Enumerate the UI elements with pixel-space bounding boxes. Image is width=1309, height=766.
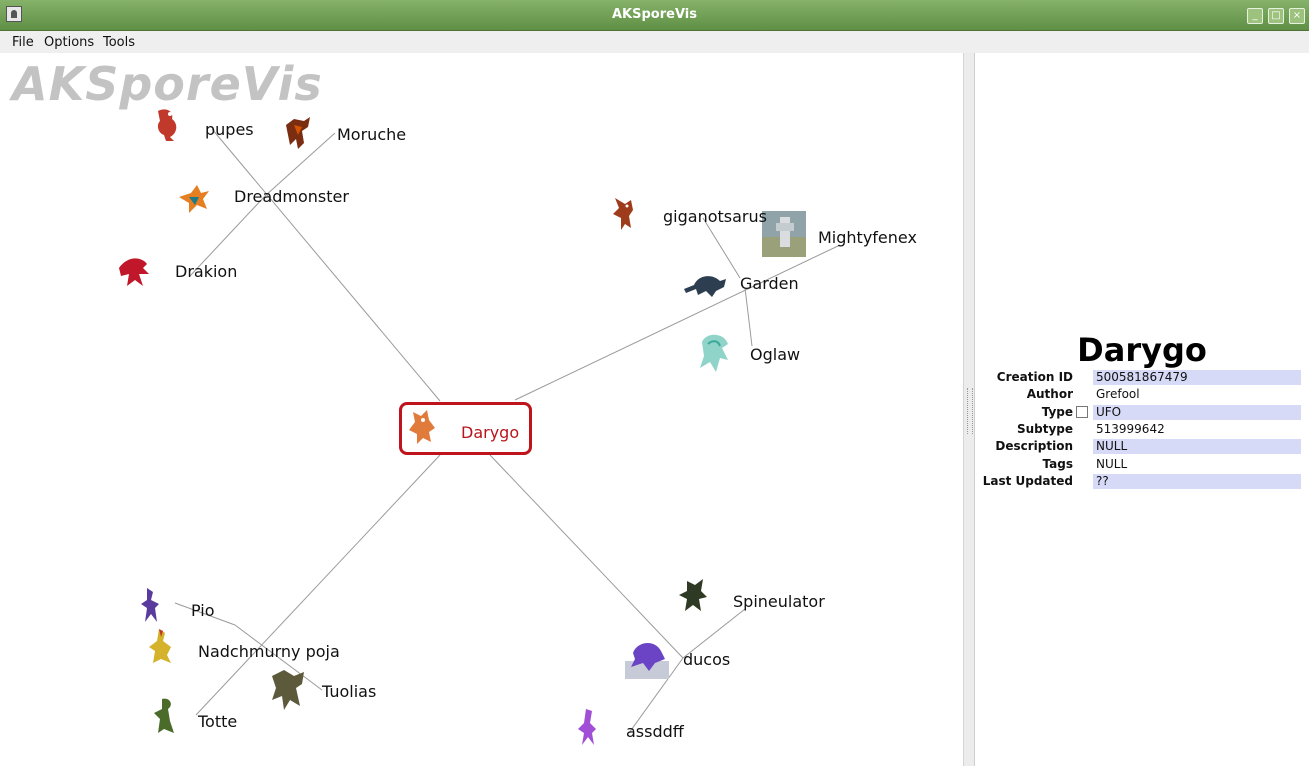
drakion-creature-icon[interactable] bbox=[117, 252, 151, 290]
edge-garden-oglaw bbox=[744, 287, 753, 347]
node-label-moruche[interactable]: Moruche bbox=[337, 125, 406, 144]
type-checkbox[interactable] bbox=[1076, 406, 1088, 418]
graph-canvas[interactable]: AKSporeVis pupes Moruche Dreadmonster Dr… bbox=[0, 53, 963, 766]
node-label-drakion[interactable]: Drakion bbox=[175, 262, 237, 281]
node-label-giganotsarus[interactable]: giganotsarus bbox=[663, 207, 767, 226]
close-icon[interactable]: × bbox=[1289, 8, 1305, 24]
garden-creature-icon[interactable] bbox=[682, 269, 728, 299]
type-label: Type bbox=[1041, 405, 1073, 419]
maximize-icon[interactable]: □ bbox=[1268, 8, 1284, 24]
node-label-assddff[interactable]: assddff bbox=[626, 722, 684, 741]
node-label-tuolias[interactable]: Tuolias bbox=[322, 682, 376, 701]
creation-id-value: 500581867479 bbox=[1093, 370, 1301, 385]
menu-tools[interactable]: Tools bbox=[103, 35, 135, 50]
subtype-value: 513999642 bbox=[1096, 422, 1165, 436]
author-value: Grefool bbox=[1096, 387, 1140, 401]
node-label-ducos[interactable]: ducos bbox=[683, 650, 730, 669]
pupes-creature-icon[interactable] bbox=[150, 105, 184, 143]
menu-bar: File Options Tools bbox=[0, 31, 1309, 54]
tags-value: NULL bbox=[1096, 457, 1128, 471]
node-label-nadchmurny[interactable]: Nadchmurny poja bbox=[198, 642, 340, 661]
tuolias-creature-icon[interactable] bbox=[266, 666, 310, 712]
spineulator-creature-icon[interactable] bbox=[677, 577, 711, 615]
darygo-selected-icon[interactable] bbox=[405, 408, 439, 446]
panel-splitter[interactable] bbox=[963, 53, 975, 766]
last-updated-value: ?? bbox=[1093, 474, 1301, 489]
last-updated-label: Last Updated bbox=[982, 474, 1073, 488]
edge-darygo-pupes bbox=[211, 128, 441, 402]
node-label-spineulator[interactable]: Spineulator bbox=[733, 592, 825, 611]
node-label-totte[interactable]: Totte bbox=[198, 712, 237, 731]
moruche-creature-icon[interactable] bbox=[280, 113, 314, 151]
node-label-mightyfenex[interactable]: Mightyfenex bbox=[818, 228, 917, 247]
minimize-icon[interactable]: _ bbox=[1247, 8, 1263, 24]
ducos-creature-icon[interactable] bbox=[625, 635, 669, 679]
description-value: NULL bbox=[1093, 439, 1301, 454]
edge-darygo-totte bbox=[195, 454, 441, 716]
mightyfenex-creature-icon[interactable] bbox=[762, 211, 806, 257]
menu-options[interactable]: Options bbox=[44, 35, 94, 50]
tags-label: Tags bbox=[1042, 457, 1073, 471]
node-label-pupes[interactable]: pupes bbox=[205, 120, 254, 139]
nadchmurny-creature-icon[interactable] bbox=[145, 627, 179, 665]
selected-node-label[interactable]: Darygo bbox=[461, 423, 519, 442]
edge-darygo-mightyfenex bbox=[514, 244, 841, 401]
oglaw-creature-icon[interactable] bbox=[694, 330, 738, 376]
window-title: AKSporeVis bbox=[612, 7, 697, 22]
type-value: UFO bbox=[1093, 405, 1301, 420]
splitter-grip[interactable] bbox=[967, 388, 973, 434]
description-label: Description bbox=[995, 439, 1073, 453]
menu-file[interactable]: File bbox=[12, 35, 34, 50]
author-label: Author bbox=[1026, 387, 1073, 401]
creation-id-label: Creation ID bbox=[996, 370, 1073, 384]
subtype-label: Subtype bbox=[1016, 422, 1073, 436]
node-label-pio[interactable]: Pio bbox=[191, 601, 215, 620]
node-label-dreadmonster[interactable]: Dreadmonster bbox=[234, 187, 349, 206]
details-panel: Darygo Creation ID 500581867479 Author G… bbox=[975, 53, 1309, 766]
giganotsarus-creature-icon[interactable] bbox=[607, 194, 641, 232]
edge-darygo-ducos bbox=[489, 454, 684, 659]
node-label-oglaw[interactable]: Oglaw bbox=[750, 345, 800, 364]
assddff-creature-icon[interactable] bbox=[572, 707, 606, 745]
detail-title: Darygo bbox=[1077, 331, 1207, 369]
pio-creature-icon[interactable] bbox=[135, 586, 169, 624]
node-label-garden[interactable]: Garden bbox=[740, 274, 799, 293]
window-titlebar: AKSporeVis _ □ × bbox=[0, 0, 1309, 31]
totte-creature-icon[interactable] bbox=[148, 697, 182, 735]
dreadmonster-creature-icon[interactable] bbox=[177, 179, 211, 217]
